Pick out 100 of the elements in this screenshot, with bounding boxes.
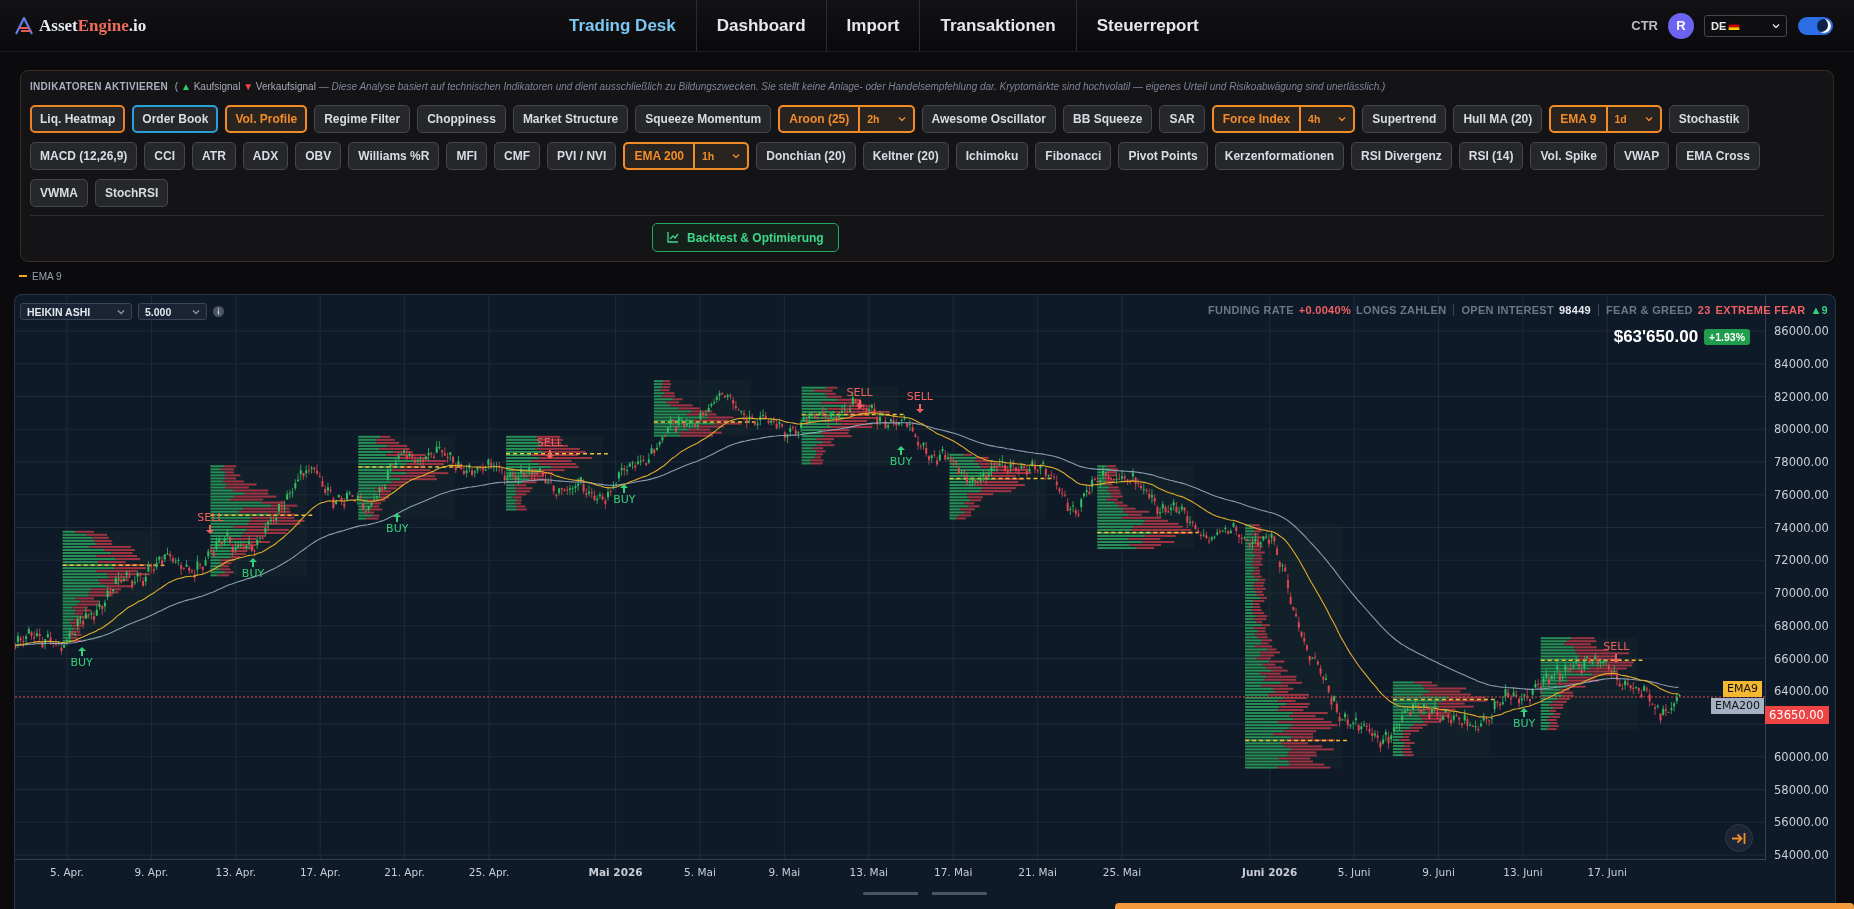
indicator-button[interactable]: Regime Filter xyxy=(314,105,411,133)
indicator-button[interactable]: Squeeze Momentum xyxy=(635,105,772,133)
language-select[interactable]: DE xyxy=(1704,14,1787,37)
indicator-button[interactable]: Stochastik xyxy=(1668,105,1750,133)
indicator-button[interactable]: MFI xyxy=(446,142,488,170)
indicator-button[interactable]: Liq. Heatmap xyxy=(30,105,126,133)
indicator-button[interactable]: RSI Divergenz xyxy=(1351,142,1452,170)
axis-label: 74000.00 xyxy=(1774,519,1829,536)
signal-label: SELL xyxy=(197,511,224,524)
axis-label: 17. Juni xyxy=(1586,865,1628,879)
indicator-button[interactable]: SAR xyxy=(1159,105,1205,133)
axis-label: 56000.00 xyxy=(1774,814,1829,831)
user-code: CTR xyxy=(1631,18,1658,33)
indicator-button[interactable]: StochRSI xyxy=(95,179,169,207)
indicator-button[interactable]: Fibonacci xyxy=(1035,142,1112,170)
axis-label: 9. Apr. xyxy=(133,865,170,879)
stat-value: 98449 xyxy=(1558,304,1592,316)
indicator-button[interactable]: Aroon (25) xyxy=(780,107,861,131)
axis-label: 13. Juni xyxy=(1502,865,1544,879)
axis-label: 84000.00 xyxy=(1774,355,1829,372)
legend-label: EMA 9 xyxy=(32,270,62,282)
axis-label: 25. Apr. xyxy=(467,865,511,879)
timeframe-select[interactable]: 1h xyxy=(695,144,748,168)
indicator-button[interactable]: VWMA xyxy=(30,179,88,207)
app-logo-text: AssetEngine.io xyxy=(39,15,147,36)
indicator-button[interactable]: Pivot Points xyxy=(1118,142,1208,170)
indicator-button[interactable]: EMA 200 xyxy=(625,144,696,168)
indicator-button[interactable]: Keltner (20) xyxy=(862,142,949,170)
signal-label: BUY xyxy=(70,656,93,669)
axis-label: 76000.00 xyxy=(1774,486,1829,503)
timeframe-select[interactable]: 1d xyxy=(1607,107,1660,131)
scale-select[interactable]: 5.000 xyxy=(138,303,207,320)
axis-label: 17. Mai xyxy=(932,865,974,879)
axis-label: 25. Mai xyxy=(1101,865,1143,879)
axis-label: 80000.00 xyxy=(1774,421,1829,438)
indicator-button[interactable]: Kerzenformationen xyxy=(1214,142,1345,170)
indicator-button[interactable]: Donchian (20) xyxy=(756,142,856,170)
backtest-button[interactable]: Backtest & Optimierung xyxy=(652,223,839,252)
stat-trend: ▲9 xyxy=(1810,304,1828,316)
indicator-tag: EMA9 xyxy=(1723,681,1762,697)
indicator-button[interactable]: MACD (12,26,9) xyxy=(30,142,138,170)
axis-label: 9. Mai xyxy=(767,865,802,879)
indicator-button[interactable]: Williams %R xyxy=(348,142,440,170)
axis-label: 66000.00 xyxy=(1774,650,1829,667)
timeframe-select[interactable]: 4h xyxy=(1301,107,1354,131)
axis-label: 21. Apr. xyxy=(383,865,426,879)
nav-tab[interactable]: Import xyxy=(825,0,920,51)
indicator-button[interactable]: PVI / NVI xyxy=(547,142,617,170)
axis-label: 21. Mai xyxy=(1017,865,1058,879)
indicator-button[interactable]: CCI xyxy=(144,142,186,170)
indicator-button[interactable]: CMF xyxy=(494,142,541,170)
indicator-button[interactable]: EMA Cross xyxy=(1676,142,1760,170)
indicator-button[interactable]: Ichimoku xyxy=(955,142,1029,170)
indicator-button[interactable]: Choppiness xyxy=(417,105,506,133)
signal-label: SELL xyxy=(1603,640,1630,653)
stat-label: FUNDING RATE xyxy=(1207,304,1294,316)
indicator-button[interactable]: Vol. Profile xyxy=(225,105,308,133)
indicator-button[interactable]: Hull MA (20) xyxy=(1453,105,1543,133)
axis-label: Mai 2026 xyxy=(587,865,644,879)
current-price: $63'650.00 xyxy=(1613,327,1699,347)
axis-label: 5. Mai xyxy=(683,865,717,879)
indicator-button[interactable]: RSI (14) xyxy=(1458,142,1524,170)
indicator-tag: EMA200 xyxy=(1711,698,1764,714)
indicator-button[interactable]: Force Index xyxy=(1213,107,1302,131)
nav-tab[interactable]: Transaktionen xyxy=(919,0,1076,51)
axis-label: 13. Mai xyxy=(848,865,889,879)
timeframe-select[interactable]: 2h xyxy=(860,107,913,131)
axis-label: 78000.00 xyxy=(1774,454,1829,470)
axis-label: 60000.00 xyxy=(1774,748,1829,765)
chart-type-select[interactable]: HEIKIN ASHI xyxy=(20,303,132,320)
axis-label: 82000.00 xyxy=(1774,388,1829,405)
axis-label: 68000.00 xyxy=(1774,617,1829,634)
indicator-button[interactable]: Awesome Oscillator xyxy=(921,105,1057,133)
axis-label: 86000.00 xyxy=(1774,323,1829,339)
indicator-button[interactable]: EMA 9 xyxy=(1551,107,1608,131)
indicator-button[interactable]: Vol. Spike xyxy=(1530,142,1607,170)
indicator-button[interactable]: ADX xyxy=(242,142,289,170)
axis-label: 70000.00 xyxy=(1774,585,1829,601)
indicator-button[interactable]: Market Structure xyxy=(512,105,629,133)
signal-label: BUY xyxy=(1512,718,1536,731)
nav-tab[interactable]: Dashboard xyxy=(695,0,826,51)
nav-tab[interactable]: Steuerreport xyxy=(1075,0,1219,51)
axis-label: 13. Apr. xyxy=(214,865,258,879)
stat-value: 23 xyxy=(1697,304,1711,316)
indicator-button[interactable]: Order Book xyxy=(132,105,219,133)
indicator-button[interactable]: VWAP xyxy=(1613,142,1670,170)
indicator-button[interactable]: BB Squeeze xyxy=(1063,105,1153,133)
stat-label: OPEN INTEREST xyxy=(1461,304,1554,316)
stat-value: +0.0040% xyxy=(1298,304,1352,316)
user-avatar[interactable]: R xyxy=(1668,12,1694,39)
nav-tab[interactable]: Trading Desk xyxy=(549,0,696,51)
indicator-button[interactable]: ATR xyxy=(192,142,236,170)
indicator-button[interactable]: OBV xyxy=(295,142,342,170)
signal-label: SELL xyxy=(906,391,933,404)
indicator-button[interactable]: Supertrend xyxy=(1362,105,1447,133)
axis-label: Juni 2026 xyxy=(1240,865,1299,879)
axis-label: 5. Apr. xyxy=(49,865,85,879)
stat-note: LONGS ZAHLEN xyxy=(1356,304,1447,316)
change-badge: +1.93% xyxy=(1704,329,1750,345)
stat-note: EXTREME FEAR xyxy=(1715,304,1806,316)
